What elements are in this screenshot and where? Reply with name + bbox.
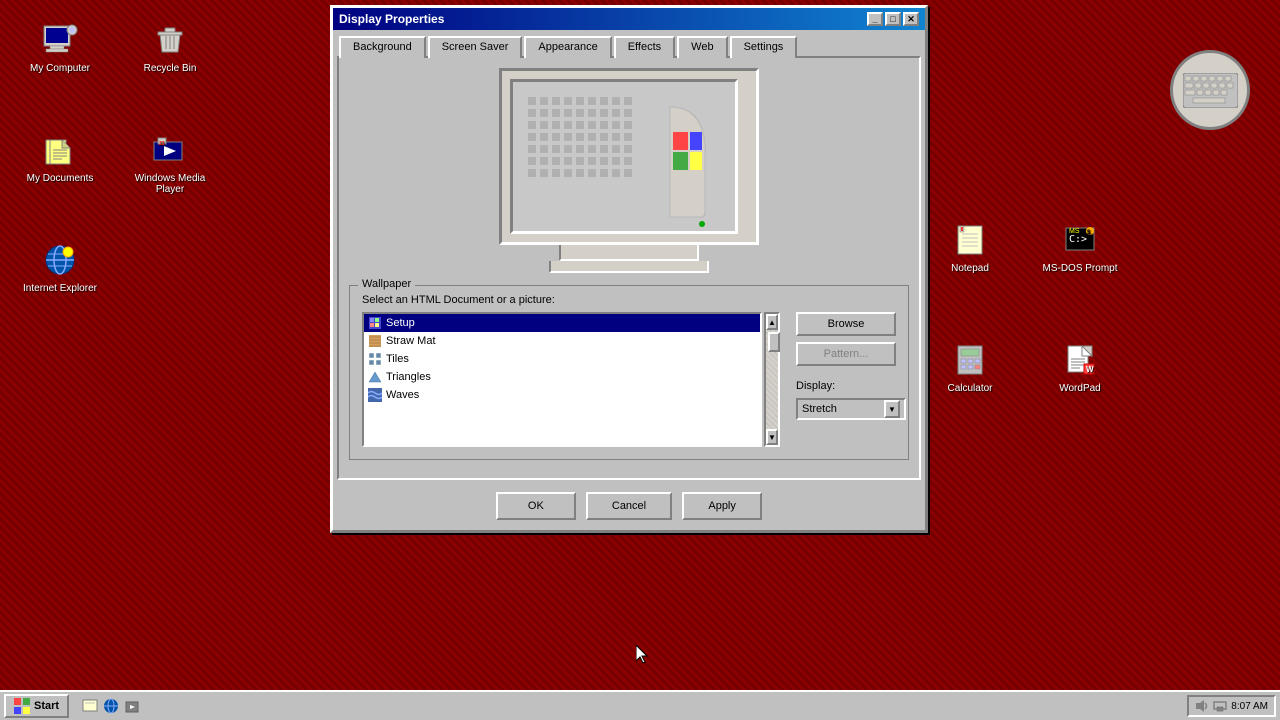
media-player-icon[interactable]: 21 Windows Media Player bbox=[130, 130, 210, 195]
tab-screen-saver[interactable]: Screen Saver bbox=[428, 36, 523, 58]
wordpad-icon[interactable]: W WordPad bbox=[1040, 340, 1120, 394]
my-computer-icon[interactable]: My Computer bbox=[20, 20, 100, 74]
speaker-icon bbox=[1195, 699, 1209, 713]
calculator-label: Calculator bbox=[947, 383, 992, 394]
svg-text:21: 21 bbox=[159, 141, 165, 147]
taskbar-items bbox=[75, 697, 1187, 715]
monitor-led bbox=[699, 221, 705, 227]
list-item-icon-tiles bbox=[368, 352, 382, 366]
list-item-label-triangles: Triangles bbox=[386, 371, 431, 383]
my-documents-label: My Documents bbox=[27, 173, 94, 184]
list-item-triangles[interactable]: Triangles bbox=[364, 368, 760, 386]
list-item-icon-setup bbox=[368, 316, 382, 330]
monitor-base bbox=[549, 261, 709, 273]
notepad-label: Notepad bbox=[951, 263, 989, 274]
monitor-body bbox=[499, 68, 759, 245]
display-dropdown-value: Stretch bbox=[802, 403, 837, 415]
start-label: Start bbox=[34, 700, 59, 712]
system-tray: 8:07 AM bbox=[1187, 695, 1276, 717]
display-row: Display: bbox=[796, 380, 896, 392]
pattern-button[interactable]: Pattern... bbox=[796, 342, 896, 366]
minimize-button[interactable]: _ bbox=[867, 12, 883, 26]
wallpaper-group: Wallpaper Select an HTML Document or a p… bbox=[349, 285, 909, 460]
dialog-buttons: OK Cancel Apply bbox=[333, 486, 925, 530]
cancel-button[interactable]: Cancel bbox=[586, 492, 672, 520]
list-item-label-waves: Waves bbox=[386, 389, 419, 401]
list-item-waves[interactable]: Waves bbox=[364, 386, 760, 404]
svg-text:C:>: C:> bbox=[1069, 234, 1087, 245]
svg-text:W: W bbox=[1086, 365, 1094, 374]
internet-explorer-icon[interactable]: Internet Explorer bbox=[20, 240, 100, 294]
taskbar-icon2 bbox=[102, 697, 120, 715]
media-player-label: Windows Media Player bbox=[130, 173, 210, 195]
list-item-label-setup: Setup bbox=[386, 317, 415, 329]
title-bar-buttons: _ □ ✕ bbox=[867, 12, 919, 26]
system-time: 8:07 AM bbox=[1231, 701, 1268, 712]
display-properties-dialog: Display Properties _ □ ✕ Background Scre… bbox=[330, 5, 928, 533]
taskbar-icon1 bbox=[81, 697, 99, 715]
list-item-label-strawmat: Straw Mat bbox=[386, 335, 436, 347]
listbox-scrollbar[interactable]: ▲ ▼ bbox=[764, 312, 780, 447]
tab-settings[interactable]: Settings bbox=[730, 36, 798, 58]
taskbar-icon3 bbox=[123, 697, 141, 715]
ie-label: Internet Explorer bbox=[23, 283, 97, 294]
recycle-bin-label: Recycle Bin bbox=[144, 63, 197, 74]
scroll-track bbox=[766, 330, 778, 429]
start-button[interactable]: Start bbox=[4, 694, 69, 718]
calculator-icon[interactable]: Calculator bbox=[930, 340, 1010, 394]
wallpaper-group-label: Wallpaper bbox=[358, 278, 415, 290]
browse-button[interactable]: Browse bbox=[796, 312, 896, 336]
list-item-tiles[interactable]: Tiles bbox=[364, 350, 760, 368]
title-bar: Display Properties _ □ ✕ bbox=[333, 8, 925, 30]
list-item-icon-waves bbox=[368, 388, 382, 402]
tab-background[interactable]: Background bbox=[339, 36, 426, 58]
wallpaper-listbox[interactable]: Setup Straw Mat bbox=[362, 312, 762, 447]
apply-button[interactable]: Apply bbox=[682, 492, 762, 520]
keyboard-icon bbox=[1170, 50, 1250, 130]
svg-text:MS: MS bbox=[1069, 228, 1080, 235]
scroll-thumb[interactable] bbox=[768, 332, 780, 352]
monitor-preview bbox=[349, 68, 909, 273]
scroll-up-button[interactable]: ▲ bbox=[766, 314, 778, 330]
msdos-label: MS-DOS Prompt bbox=[1042, 263, 1117, 274]
ok-button[interactable]: OK bbox=[496, 492, 576, 520]
list-item-strawmat[interactable]: Straw Mat bbox=[364, 332, 760, 350]
display-label: Display: bbox=[796, 380, 835, 392]
list-area: Setup Straw Mat bbox=[362, 312, 896, 447]
select-label: Select an HTML Document or a picture: bbox=[362, 294, 896, 306]
dialog-title: Display Properties bbox=[339, 12, 444, 26]
list-item-icon-triangles bbox=[368, 370, 382, 384]
dropdown-arrow: ▼ bbox=[884, 400, 900, 418]
monitor-stand bbox=[559, 245, 699, 261]
list-item-setup[interactable]: Setup bbox=[364, 314, 760, 332]
taskbar: Start bbox=[0, 690, 1280, 720]
cursor bbox=[636, 645, 650, 668]
maximize-button[interactable]: □ bbox=[885, 12, 901, 26]
tab-bar: Background Screen Saver Appearance Effec… bbox=[339, 34, 919, 56]
wordpad-label: WordPad bbox=[1059, 383, 1101, 394]
close-button[interactable]: ✕ bbox=[903, 12, 919, 26]
tab-effects[interactable]: Effects bbox=[614, 36, 675, 58]
list-item-icon-strawmat bbox=[368, 334, 382, 348]
list-item-label-tiles: Tiles bbox=[386, 353, 409, 365]
monitor-screen bbox=[510, 79, 738, 234]
my-documents-icon[interactable]: My Documents bbox=[20, 130, 100, 184]
msdos-icon[interactable]: C:> MS $ MS-DOS Prompt bbox=[1040, 220, 1120, 274]
notepad-icon[interactable]: Notepad bbox=[930, 220, 1010, 274]
monitor bbox=[499, 68, 759, 273]
listbox-container: Setup Straw Mat bbox=[362, 312, 762, 447]
tab-content-background: Wallpaper Select an HTML Document or a p… bbox=[337, 56, 921, 480]
desktop: My Computer Recycle Bin bbox=[0, 0, 1280, 720]
right-buttons: Browse Pattern... Display: Stretch ▼ bbox=[796, 312, 896, 420]
tab-appearance[interactable]: Appearance bbox=[524, 36, 611, 58]
tab-web[interactable]: Web bbox=[677, 36, 727, 58]
display-dropdown[interactable]: Stretch ▼ bbox=[796, 398, 906, 420]
network-icon bbox=[1213, 699, 1227, 713]
scroll-down-button[interactable]: ▼ bbox=[766, 429, 778, 445]
recycle-bin-icon[interactable]: Recycle Bin bbox=[130, 20, 210, 74]
my-computer-label: My Computer bbox=[30, 63, 90, 74]
